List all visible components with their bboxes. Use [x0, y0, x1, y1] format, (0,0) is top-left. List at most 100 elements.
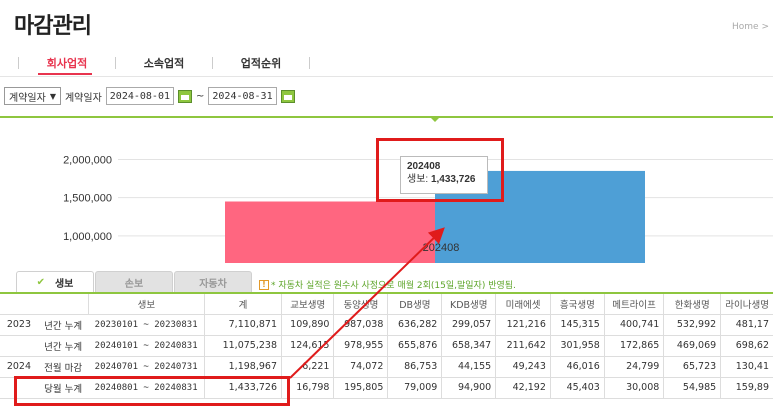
table-row: 2024 전월 마감 20240701 ~ 20240731 1,198,967 6,2… — [0, 356, 773, 378]
table-cell: 24,799 — [603, 356, 664, 378]
tab-label: 생보 — [54, 278, 74, 290]
table-cell: 86,753 — [387, 356, 442, 378]
column-header: 한화생명 — [663, 292, 721, 315]
table-cell: 20240701 ~ 20240731 — [88, 356, 205, 378]
table-cell: 74,072 — [333, 356, 388, 378]
table-cell — [0, 335, 38, 357]
tab-label: 자동차 — [199, 278, 227, 290]
column-header: 흥국생명 — [549, 292, 605, 315]
column-header: 교보생명 — [280, 292, 334, 315]
table-row: 년간 누계 20240101 ~ 20240831 11,075,238 124,61… — [0, 335, 773, 357]
tab-company-performance[interactable]: 회사업적 — [19, 55, 115, 71]
table-cell: 1,198,967 — [204, 356, 282, 378]
table-row: 2023 년간 누계 20230101 ~ 20230831 7,110,871 109… — [0, 314, 773, 336]
calendar-icon[interactable] — [178, 89, 192, 103]
table-cell: 45,403 — [549, 377, 605, 399]
column-header — [37, 292, 89, 315]
table-cell: 년간 누계 — [37, 335, 89, 357]
tab-auto-insurance[interactable]: 자동차 — [174, 271, 252, 293]
table-cell: 94,900 — [441, 377, 496, 399]
chevron-down-icon: ▼ — [49, 91, 56, 101]
caret-down-icon — [430, 117, 440, 122]
table-cell: 655,876 — [387, 335, 442, 357]
start-date-input[interactable]: 2024-08-01 — [105, 87, 174, 105]
table-cell: 301,958 — [549, 335, 605, 357]
column-header: 계 — [204, 292, 282, 315]
table-cell: 46,016 — [549, 356, 605, 378]
table-cell: 159,89 — [720, 377, 773, 399]
table-cell: 121,216 — [495, 314, 551, 336]
table-cell: 109,890 — [280, 314, 334, 336]
column-header: 라이나생명 — [720, 292, 773, 315]
table-cell: 20230101 ~ 20230831 — [88, 314, 205, 336]
table-cell: 30,008 — [603, 377, 664, 399]
end-date-input[interactable]: 2024-08-31 — [208, 87, 277, 105]
divider — [0, 76, 773, 77]
table-cell: 172,865 — [603, 335, 664, 357]
table-cell: 124,615 — [280, 335, 334, 357]
date-filter: 계약일자 ▼ 계약일자 2024-08-01 ~ 2024-08-31 — [4, 87, 295, 105]
highlight-box — [376, 138, 504, 202]
column-header: 메트라이프 — [603, 292, 664, 315]
sub-tab-bar: ✔ 생보 손보 자동차 — [16, 271, 253, 293]
tab-branch-performance[interactable]: 소속업적 — [116, 55, 212, 71]
table-cell: 532,992 — [663, 314, 721, 336]
table-cell: 2023 — [0, 314, 38, 336]
table-cell: 79,009 — [387, 377, 442, 399]
table-cell: 636,282 — [387, 314, 442, 336]
y-tick-label: 1,500,000 — [63, 193, 112, 205]
table-cell: 년간 누계 — [37, 314, 89, 336]
notice-text: ! * 자동차 실적은 원수사 사정으로 매월 2회(15일,말일자) 반영됨. — [259, 278, 516, 291]
date-label: 계약일자 — [64, 92, 102, 104]
calendar-icon[interactable] — [280, 89, 295, 103]
warning-icon: ! — [259, 279, 269, 290]
table-cell: 65,723 — [663, 356, 721, 378]
notice-message: * 자동차 실적은 원수사 사정으로 매월 2회(15일,말일자) 반영됨. — [271, 281, 516, 291]
divider — [0, 116, 773, 118]
column-header: 동양생명 — [333, 292, 388, 315]
active-tab-indicator — [38, 73, 92, 75]
table-cell: 20240101 ~ 20240831 — [88, 335, 205, 357]
breadcrumb[interactable]: Home > — [732, 22, 769, 32]
x-tick-label: 202408 — [423, 242, 460, 254]
chart-bar[interactable] — [225, 201, 435, 264]
y-tick-label: 2,000,000 — [63, 154, 112, 166]
table-cell: 978,955 — [333, 335, 388, 357]
table-cell: 481,17 — [720, 314, 773, 336]
column-header: DB생명 — [387, 292, 442, 315]
table-cell: 54,985 — [663, 377, 721, 399]
column-header: 생보 — [87, 292, 205, 315]
table-cell: 211,642 — [495, 335, 551, 357]
table-cell: 400,741 — [603, 314, 664, 336]
column-header: KDB생명 — [441, 292, 496, 315]
table-cell: 145,315 — [549, 314, 605, 336]
table-cell: 658,347 — [441, 335, 496, 357]
table-cell: 11,075,238 — [204, 335, 282, 357]
table-cell: 130,41 — [720, 356, 773, 378]
table-cell: 987,038 — [333, 314, 388, 336]
table-cell: 299,057 — [441, 314, 496, 336]
y-tick-label: 1,000,000 — [63, 231, 112, 243]
highlight-box — [14, 376, 290, 406]
table-cell: 698,62 — [720, 335, 773, 357]
column-header: 미래에셋 — [495, 292, 551, 315]
table-cell: 7,110,871 — [204, 314, 282, 336]
tab-label: 손보 — [124, 278, 144, 290]
date-type-select[interactable]: 계약일자 ▼ — [4, 87, 61, 105]
date-separator: ~ — [196, 90, 205, 102]
date-type-value: 계약일자 — [9, 92, 46, 104]
table-cell: 6,221 — [280, 356, 334, 378]
tab-divider — [309, 57, 310, 69]
table-cell: 49,243 — [495, 356, 551, 378]
tab-performance-ranking[interactable]: 업적순위 — [213, 55, 309, 71]
tab-non-life-insurance[interactable]: 손보 — [95, 271, 173, 293]
table-header-row: 생보 계 교보생명 동양생명 DB생명 KDB생명 미래에셋 흥국생명 메트라이… — [0, 292, 773, 315]
tab-life-insurance[interactable]: ✔ 생보 — [16, 271, 94, 293]
table-cell: 44,155 — [441, 356, 496, 378]
check-icon: ✔ — [36, 276, 45, 288]
column-header — [0, 292, 38, 315]
table-cell: 전월 마감 — [37, 356, 89, 378]
table-cell: 42,192 — [495, 377, 551, 399]
table-cell: 469,069 — [663, 335, 721, 357]
table-cell: 2024 — [0, 356, 38, 378]
